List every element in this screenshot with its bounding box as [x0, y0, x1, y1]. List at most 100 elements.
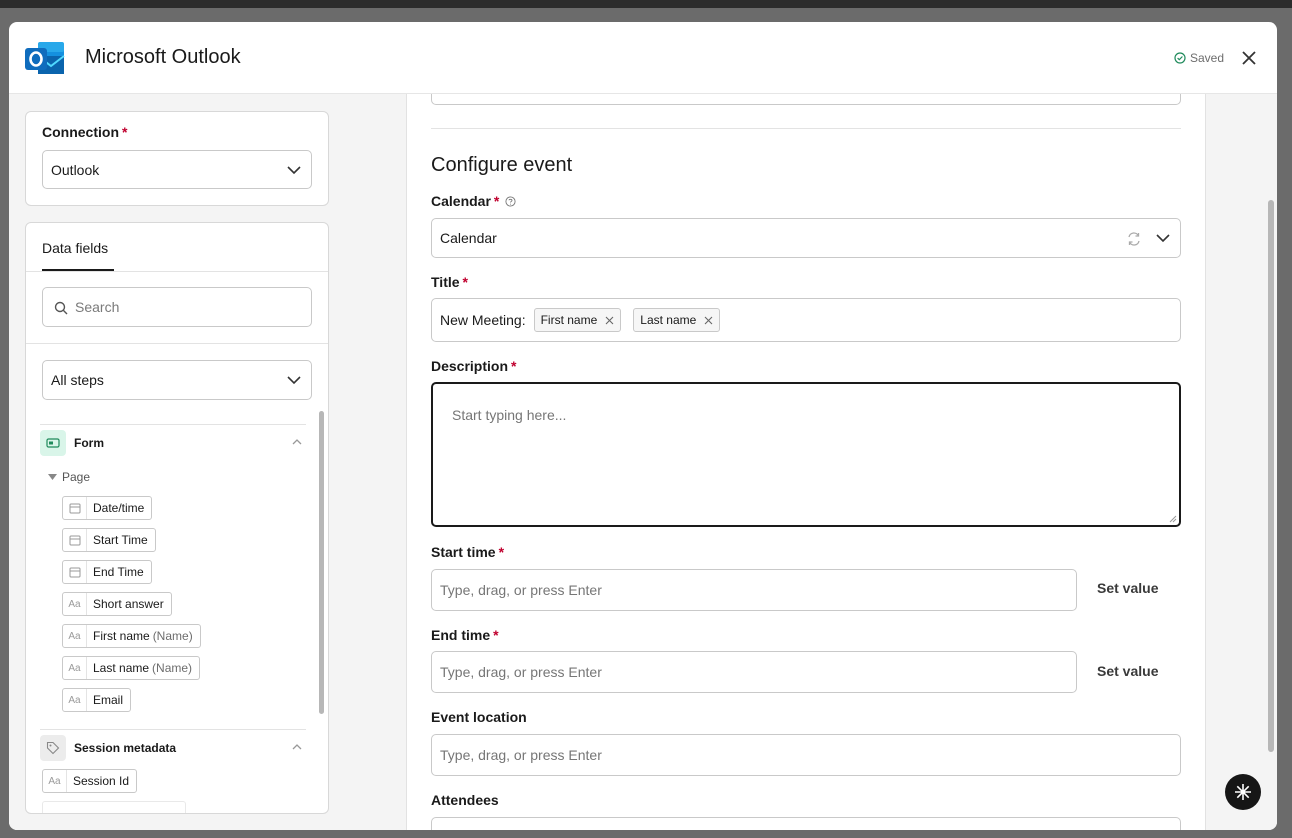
event-form: Configure event Calendar * Calendar Title…	[406, 94, 1206, 830]
calendar-select[interactable]: Calendar	[431, 218, 1181, 258]
start-time-label-text: Start time	[431, 544, 496, 560]
chip-label: Last name	[93, 661, 150, 675]
field-chip-session-id[interactable]: Aa Session Id	[42, 769, 138, 793]
chevron-down-icon	[287, 376, 301, 385]
tag-icon	[40, 735, 66, 761]
field-chip-clipped[interactable]	[42, 801, 186, 813]
field-chip-date-time[interactable]: Date/time	[62, 496, 153, 520]
steps-filter-select[interactable]: All steps	[42, 360, 312, 400]
title-token-first-name[interactable]: First name	[533, 308, 622, 332]
end-time-label: End time *	[431, 627, 499, 643]
field-chip-first-name[interactable]: Aa First name (Name)	[62, 624, 201, 648]
field-chip-email[interactable]: Aa Email	[62, 688, 132, 712]
remove-icon[interactable]	[704, 316, 713, 325]
title-label: Title *	[431, 274, 468, 290]
modal-body: Connection * Outlook Data fields Search A	[9, 94, 1277, 830]
required-mark: *	[493, 627, 499, 643]
page-scrollbar[interactable]	[1268, 200, 1274, 752]
start-time-set-value-button[interactable]: Set value	[1097, 580, 1158, 596]
assistant-button[interactable]	[1225, 774, 1261, 810]
asterisk-icon	[1235, 784, 1251, 800]
search-input[interactable]: Search	[42, 287, 312, 327]
remove-icon[interactable]	[605, 316, 614, 325]
steps-filter-value: All steps	[51, 372, 104, 388]
end-time-input[interactable]: Type, drag, or press Enter	[431, 651, 1077, 693]
event-location-label: Event location	[431, 709, 527, 725]
start-time-input[interactable]: Type, drag, or press Enter	[431, 569, 1077, 611]
required-mark: *	[511, 358, 517, 374]
title-input[interactable]: New Meeting: First name Last name	[431, 298, 1181, 342]
section-title: Configure event	[431, 154, 573, 176]
divider	[26, 343, 328, 344]
section-divider	[431, 128, 1181, 129]
description-label: Description *	[431, 358, 516, 374]
window-top-strip	[0, 0, 1292, 8]
token-label: Last name	[640, 313, 697, 327]
connection-value: Outlook	[51, 161, 100, 178]
chip-label: Date/time	[93, 501, 145, 515]
connection-select[interactable]: Outlook	[42, 150, 312, 189]
connection-label: Connection *	[42, 124, 127, 140]
calendar-label: Calendar *	[431, 193, 516, 209]
end-time-placeholder: Type, drag, or press Enter	[440, 664, 602, 680]
text-icon: Aa	[43, 770, 67, 792]
chip-label: First name	[93, 629, 150, 643]
chip-label: Session Id	[73, 774, 130, 788]
attendees-label-text: Attendees	[431, 792, 499, 808]
description-placeholder: Start typing here...	[452, 407, 567, 423]
title-token-last-name[interactable]: Last name	[633, 308, 721, 332]
chevron-up-icon	[292, 439, 302, 445]
divider	[40, 729, 306, 730]
chevron-up-icon	[292, 744, 302, 750]
required-mark: *	[462, 274, 468, 290]
refresh-icon[interactable]	[1126, 231, 1142, 247]
start-time-placeholder: Type, drag, or press Enter	[440, 582, 602, 598]
token-label: First name	[540, 313, 598, 327]
attendees-input[interactable]	[431, 817, 1181, 830]
calendar-label-text: Calendar	[431, 193, 491, 209]
divider	[26, 271, 328, 272]
help-icon[interactable]	[505, 195, 516, 207]
field-chip-start-time[interactable]: Start Time	[62, 528, 156, 552]
chip-suffix: (Name)	[152, 629, 193, 643]
close-icon[interactable]	[1239, 48, 1259, 68]
calendar-icon	[63, 497, 87, 519]
search-icon	[54, 301, 68, 315]
resize-handle-icon[interactable]	[1169, 515, 1177, 523]
description-textarea[interactable]: Start typing here...	[431, 382, 1181, 759]
previous-field[interactable]	[431, 94, 1181, 105]
group-session-metadata[interactable]: Session metadata	[40, 735, 302, 761]
required-mark: *	[493, 193, 500, 209]
event-location-input[interactable]: Type, drag, or press Enter	[431, 734, 1181, 776]
saved-status: Saved	[1174, 51, 1224, 65]
end-time-label-text: End time	[431, 627, 491, 643]
text-icon: Aa	[63, 689, 87, 711]
check-circle-icon	[1174, 52, 1186, 64]
chip-label: End Time	[93, 565, 144, 579]
panel-scrollbar[interactable]	[319, 411, 324, 714]
calendar-value: Calendar	[440, 230, 497, 246]
text-icon: Aa	[63, 657, 87, 679]
end-time-set-value-button[interactable]: Set value	[1097, 663, 1158, 679]
field-chip-short-answer[interactable]: Aa Short answer	[62, 592, 172, 616]
app-title: Microsoft Outlook	[85, 46, 241, 68]
field-chip-end-time[interactable]: End Time	[62, 560, 152, 584]
text-icon: Aa	[63, 625, 87, 647]
calendar-icon	[63, 561, 87, 583]
attendees-label: Attendees	[431, 792, 499, 808]
divider	[40, 424, 306, 425]
outlook-logo-icon	[25, 42, 65, 74]
search-placeholder: Search	[75, 299, 120, 315]
chip-label: Short answer	[93, 597, 164, 611]
description-label-text: Description	[431, 358, 509, 374]
group-form-label: Form	[74, 436, 104, 450]
field-chip-last-name[interactable]: Aa Last name (Name)	[62, 656, 201, 680]
saved-label: Saved	[1190, 51, 1225, 65]
chip-label: Start Time	[93, 533, 148, 547]
subgroup-page[interactable]: Page	[48, 470, 90, 484]
tab-data-fields[interactable]: Data fields	[42, 240, 108, 256]
group-form[interactable]: Form	[40, 430, 302, 456]
data-fields-panel: Data fields Search All steps Form Page D…	[25, 222, 329, 814]
chevron-down-icon	[287, 165, 301, 174]
title-prefix: New Meeting:	[440, 312, 526, 328]
